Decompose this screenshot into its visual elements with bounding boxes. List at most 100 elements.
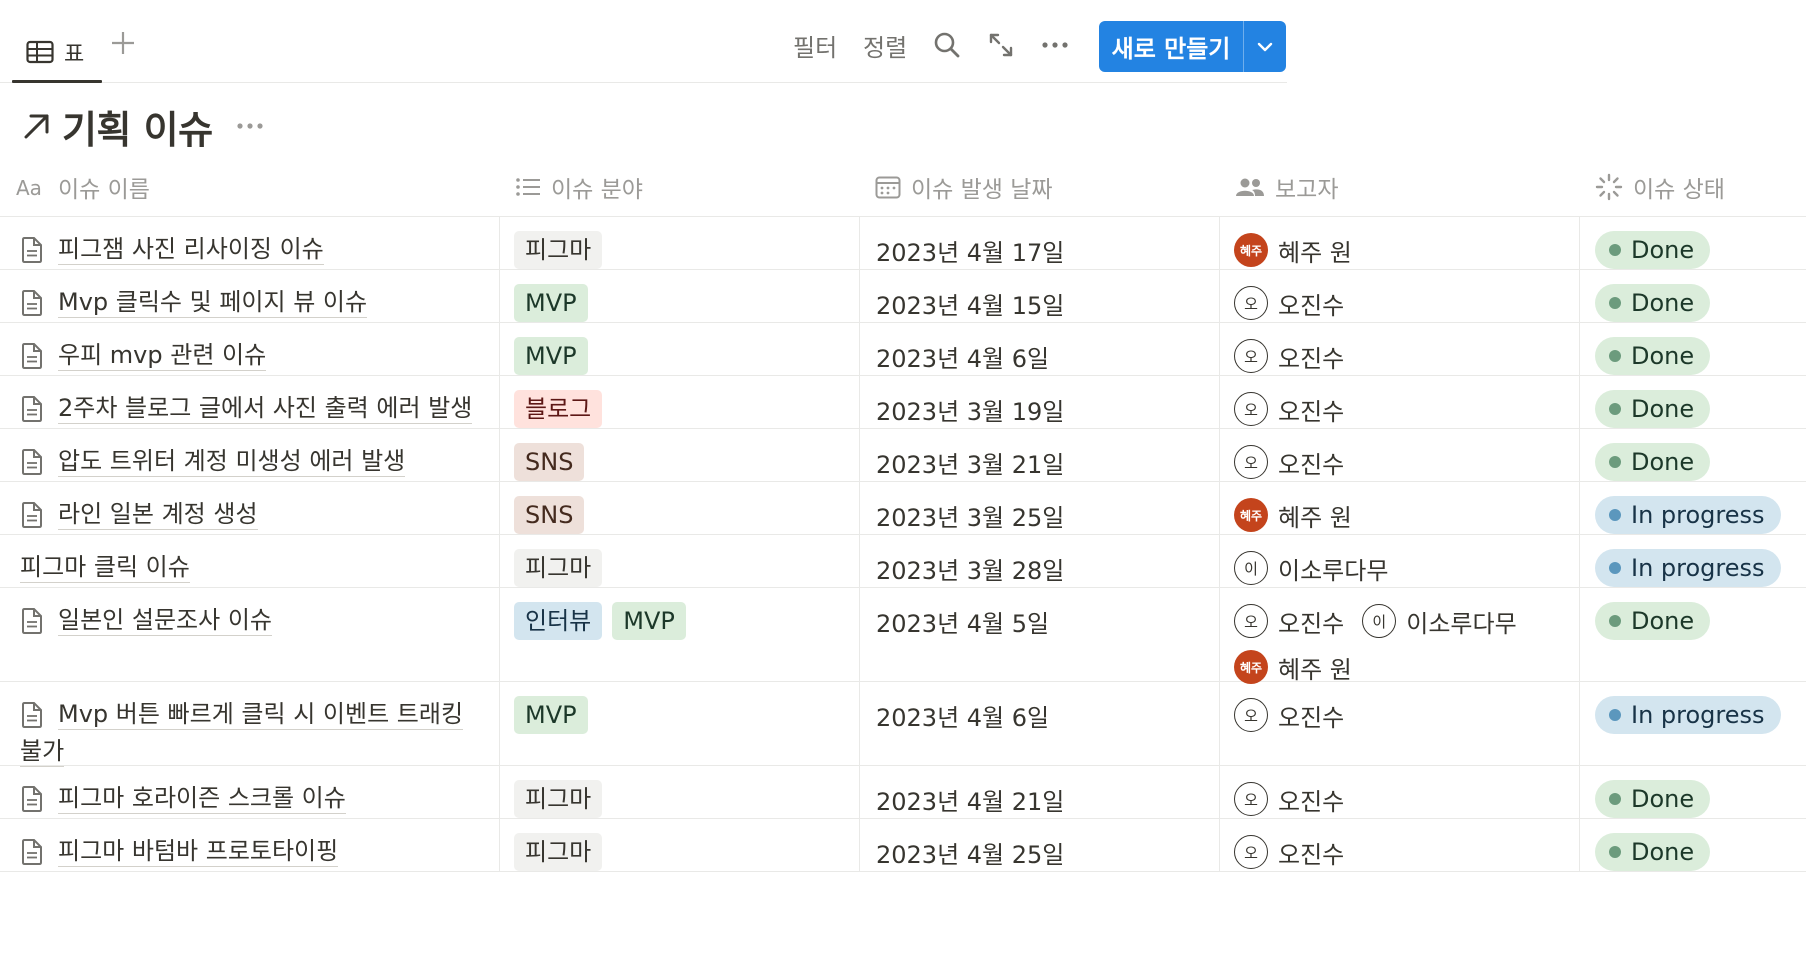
column-header-issue-date[interactable]: 이슈 발생 날짜 [859,158,1219,216]
table-header: Aa 이슈 이름 이슈 분야 이슈 발생 날짜 보고자 이슈 상태 [0,158,1806,217]
more-icon[interactable] [1040,30,1070,60]
cell-issue-date[interactable]: 2023년 3월 21일 [859,429,1219,481]
issue-name[interactable]: 피그마 호라이즌 스크롤 이슈 [58,784,346,814]
status-badge: Done [1595,337,1711,375]
cell-issue-area[interactable]: MVP [499,270,859,322]
cell-issue-name[interactable]: 라인 일본 계정 생성 [0,482,499,534]
cell-status[interactable]: Done [1579,766,1806,818]
status-dot [1609,615,1621,627]
sort-button[interactable]: 정렬 [863,28,907,63]
cell-status[interactable]: In progress [1579,682,1806,765]
cell-status[interactable]: Done [1579,588,1806,681]
cell-status[interactable]: In progress [1579,535,1806,587]
cell-issue-name[interactable]: 피그마 클릭 이슈 [0,535,499,587]
issue-name[interactable]: Mvp 버튼 빠르게 클릭 시 이벤트 트래킹 불가 [20,700,464,767]
issue-name[interactable]: 우피 mvp 관련 이슈 [58,341,267,371]
new-button-dropdown[interactable] [1244,21,1286,72]
cell-issue-name[interactable]: 압도 트위터 계정 미생성 에러 발생 [0,429,499,481]
cell-reporter[interactable]: 이 이소루다무 [1219,535,1579,587]
cell-issue-name[interactable]: 피그잼 사진 리사이징 이슈 [0,217,499,269]
table-row[interactable]: 압도 트위터 계정 미생성 에러 발생 SNS 2023년 3월 21일 오 오진수 Do… [0,429,1806,482]
page-title[interactable]: 기획 이슈 [62,99,213,154]
cell-reporter[interactable]: 오 오진수 이 이소루다무 혜주 혜주 원 [1219,588,1579,684]
cell-issue-name[interactable]: 피그마 호라이즌 스크롤 이슈 [0,766,499,818]
table-row[interactable]: 피그마 호라이즌 스크롤 이슈 피그마 2023년 4월 21일 오 오진수 Done [0,766,1806,819]
cell-issue-area[interactable]: 인터뷰 MVP [499,588,859,681]
table-row[interactable]: 피그잼 사진 리사이징 이슈 피그마 2023년 4월 17일 혜주 혜주 원 Done [0,217,1806,270]
cell-reporter[interactable]: 오 오진수 [1219,819,1579,871]
table-row[interactable]: 2주차 블로그 글에서 사진 출력 에러 발생 블로그 2023년 3월 19일 오 오… [0,376,1806,429]
expand-icon[interactable] [986,30,1016,60]
plus-icon[interactable] [108,28,138,58]
status-label: Done [1631,607,1695,635]
cell-issue-date[interactable]: 2023년 4월 17일 [859,217,1219,269]
reporter-name: 혜주 원 [1278,238,1352,267]
cell-issue-name[interactable]: 우피 mvp 관련 이슈 [0,323,499,375]
cell-issue-date[interactable]: 2023년 4월 5일 [859,588,1219,681]
cell-status[interactable]: Done [1579,323,1806,375]
cell-reporter[interactable]: 혜주 혜주 원 [1219,482,1579,534]
cell-issue-date[interactable]: 2023년 3월 28일 [859,535,1219,587]
column-header-status[interactable]: 이슈 상태 [1579,158,1806,216]
table-row[interactable]: 일본인 설문조사 이슈 인터뷰 MVP 2023년 4월 5일 오 오진수 이 이소루다무 혜주… [0,588,1806,684]
cell-issue-date[interactable]: 2023년 3월 25일 [859,482,1219,534]
cell-reporter[interactable]: 오 오진수 [1219,323,1579,375]
cell-status[interactable]: Done [1579,429,1806,481]
issue-name[interactable]: 피그마 클릭 이슈 [20,553,190,583]
cell-reporter[interactable]: 혜주 혜주 원 [1219,217,1579,269]
cell-reporter[interactable]: 오 오진수 [1219,682,1579,765]
cell-status[interactable]: Done [1579,270,1806,322]
cell-issue-date[interactable]: 2023년 4월 21일 [859,766,1219,818]
cell-issue-name[interactable]: 일본인 설문조사 이슈 [0,588,499,681]
status-badge: Done [1595,602,1711,640]
table-row[interactable]: Mvp 버튼 빠르게 클릭 시 이벤트 트래킹 불가 MVP 2023년 4월 6일… [0,682,1806,767]
cell-status[interactable]: Done [1579,819,1806,871]
column-header-issue-area[interactable]: 이슈 분야 [499,158,859,216]
cell-status[interactable]: In progress [1579,482,1806,534]
cell-issue-area[interactable]: SNS [499,429,859,481]
cell-issue-area[interactable]: 피그마 [499,535,859,587]
cell-issue-area[interactable]: MVP [499,682,859,765]
table-row[interactable]: Mvp 클릭수 및 페이지 뷰 이슈 MVP 2023년 4월 15일 오 오진수 Don… [0,270,1806,323]
cell-issue-area[interactable]: 피그마 [499,766,859,818]
cell-issue-date[interactable]: 2023년 4월 6일 [859,682,1219,765]
cell-issue-area[interactable]: MVP [499,323,859,375]
cell-reporter[interactable]: 오 오진수 [1219,766,1579,818]
search-icon[interactable] [932,30,962,60]
more-icon[interactable] [235,120,265,132]
table-row[interactable]: 피그마 클릭 이슈 피그마 2023년 3월 28일 이 이소루다무 In progres… [0,535,1806,588]
issue-name[interactable]: 압도 트위터 계정 미생성 에러 발생 [58,447,406,477]
table-row[interactable]: 라인 일본 계정 생성 SNS 2023년 3월 25일 혜주 혜주 원 In progr… [0,482,1806,535]
cell-issue-area[interactable]: SNS [499,482,859,534]
table-row[interactable]: 피그마 바텀바 프로토타이핑 피그마 2023년 4월 25일 오 오진수 Done [0,819,1806,872]
issue-name[interactable]: Mvp 클릭수 및 페이지 뷰 이슈 [58,288,368,318]
cell-issue-date[interactable]: 2023년 4월 15일 [859,270,1219,322]
issue-name[interactable]: 라인 일본 계정 생성 [58,500,258,530]
issue-name[interactable]: 일본인 설문조사 이슈 [58,606,272,636]
column-header-issue-name[interactable]: Aa 이슈 이름 [0,158,499,216]
cell-reporter[interactable]: 오 오진수 [1219,270,1579,322]
cell-issue-area[interactable]: 피그마 [499,217,859,269]
cell-issue-name[interactable]: 2주차 블로그 글에서 사진 출력 에러 발생 [0,376,499,428]
filter-button[interactable]: 필터 [793,28,837,63]
cell-status[interactable]: Done [1579,376,1806,428]
issue-name[interactable]: 2주차 블로그 글에서 사진 출력 에러 발생 [58,394,473,424]
view-tab-table[interactable]: 표 [12,22,102,83]
issue-name[interactable]: 피그잼 사진 리사이징 이슈 [58,235,324,265]
reporter: 오 오진수 [1234,337,1344,375]
cell-issue-area[interactable]: 피그마 [499,819,859,871]
cell-issue-name[interactable]: Mvp 클릭수 및 페이지 뷰 이슈 [0,270,499,322]
cell-reporter[interactable]: 오 오진수 [1219,376,1579,428]
cell-issue-name[interactable]: 피그마 바텀바 프로토타이핑 [0,819,499,871]
table-row[interactable]: 우피 mvp 관련 이슈 MVP 2023년 4월 6일 오 오진수 Done [0,323,1806,376]
cell-reporter[interactable]: 오 오진수 [1219,429,1579,481]
column-header-reporter[interactable]: 보고자 [1219,158,1579,216]
issue-name[interactable]: 피그마 바텀바 프로토타이핑 [58,837,339,867]
cell-issue-area[interactable]: 블로그 [499,376,859,428]
new-button-main[interactable]: 새로 만들기 [1099,21,1244,72]
cell-issue-date[interactable]: 2023년 4월 6일 [859,323,1219,375]
cell-issue-name[interactable]: Mvp 버튼 빠르게 클릭 시 이벤트 트래킹 불가 [0,682,499,767]
cell-issue-date[interactable]: 2023년 3월 19일 [859,376,1219,428]
cell-status[interactable]: Done [1579,217,1806,269]
cell-issue-date[interactable]: 2023년 4월 25일 [859,819,1219,871]
